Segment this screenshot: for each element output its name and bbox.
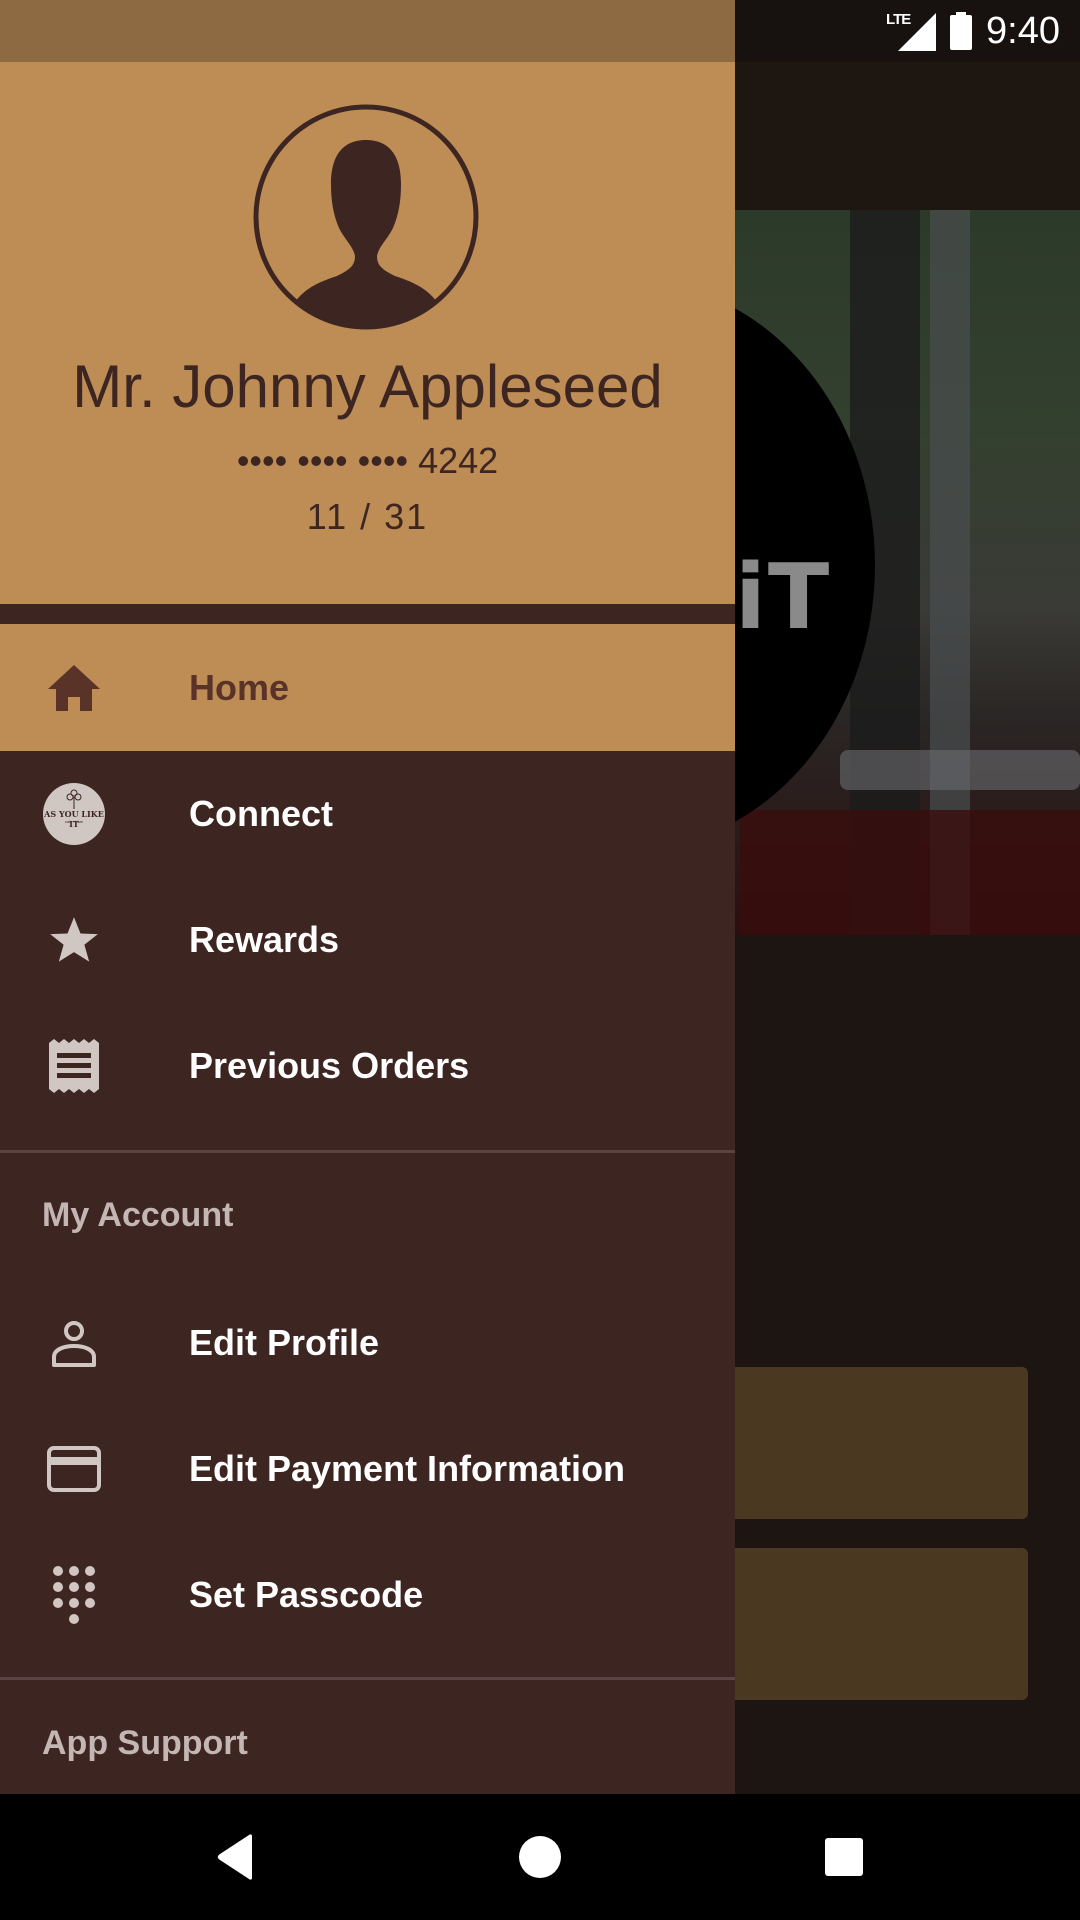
card-expiry: 11 / 31 xyxy=(306,496,429,537)
recents-icon[interactable] xyxy=(816,1829,872,1885)
drawer-item-edit-profile[interactable]: Edit Profile xyxy=(0,1280,735,1406)
header-divider-strip xyxy=(0,604,735,624)
home-circle-icon[interactable] xyxy=(512,1829,568,1885)
drawer-item-label: Home xyxy=(189,666,290,708)
drawer-item-edit-payment[interactable]: Edit Payment Information xyxy=(0,1406,735,1532)
drawer-item-set-passcode[interactable]: Set Passcode xyxy=(0,1532,735,1658)
drawer-item-label: Rewards xyxy=(189,919,340,960)
status-time: 9:40 xyxy=(986,9,1060,52)
credit-card-icon xyxy=(42,1437,106,1501)
drawer-item-connect[interactable]: AS YOU LIKE IT cafe + bar Connect xyxy=(0,751,735,877)
drawer-divider xyxy=(0,1150,735,1153)
drawer-item-label: Set Passcode xyxy=(189,1574,424,1615)
avatar-icon[interactable] xyxy=(253,104,479,330)
drawer-item-label: Edit Payment Information xyxy=(189,1448,626,1489)
background-logo-text: iT xyxy=(735,545,832,650)
dialpad-icon xyxy=(42,1563,106,1627)
navigation-drawer: Mr. Johnny Appleseed •••• •••• •••• 4242… xyxy=(0,0,735,1794)
back-icon[interactable] xyxy=(208,1829,264,1885)
user-name: Mr. Johnny Appleseed xyxy=(72,353,663,420)
as-you-like-it-logo-icon: AS YOU LIKE IT cafe + bar xyxy=(42,782,106,846)
battery-icon xyxy=(950,12,973,50)
photo-floor xyxy=(740,810,1080,935)
lte-signal-icon: LTE xyxy=(886,11,937,51)
receipt-icon xyxy=(42,1034,106,1098)
drawer-item-home[interactable]: Home xyxy=(0,624,735,751)
drawer-item-label: Connect xyxy=(189,793,333,834)
person-outline-icon xyxy=(42,1311,106,1375)
drawer-item-label: Previous Orders xyxy=(189,1045,470,1086)
section-title-app-support: App Support xyxy=(42,1724,248,1762)
home-icon xyxy=(42,656,106,720)
star-icon xyxy=(42,908,106,972)
drawer-header: Mr. Johnny Appleseed •••• •••• •••• 4242… xyxy=(0,62,735,604)
drawer-item-previous-orders[interactable]: Previous Orders xyxy=(0,1003,735,1129)
drawer-divider xyxy=(0,1677,735,1680)
card-number-masked: •••• •••• •••• 4242 xyxy=(236,440,499,481)
photo-table xyxy=(840,750,1080,790)
system-nav-bar xyxy=(0,1794,1080,1920)
drawer-item-label: Edit Profile xyxy=(189,1322,380,1363)
drawer-status-background xyxy=(0,0,735,62)
drawer-item-rewards[interactable]: Rewards xyxy=(0,877,735,1003)
section-title-my-account: My Account xyxy=(42,1196,234,1234)
